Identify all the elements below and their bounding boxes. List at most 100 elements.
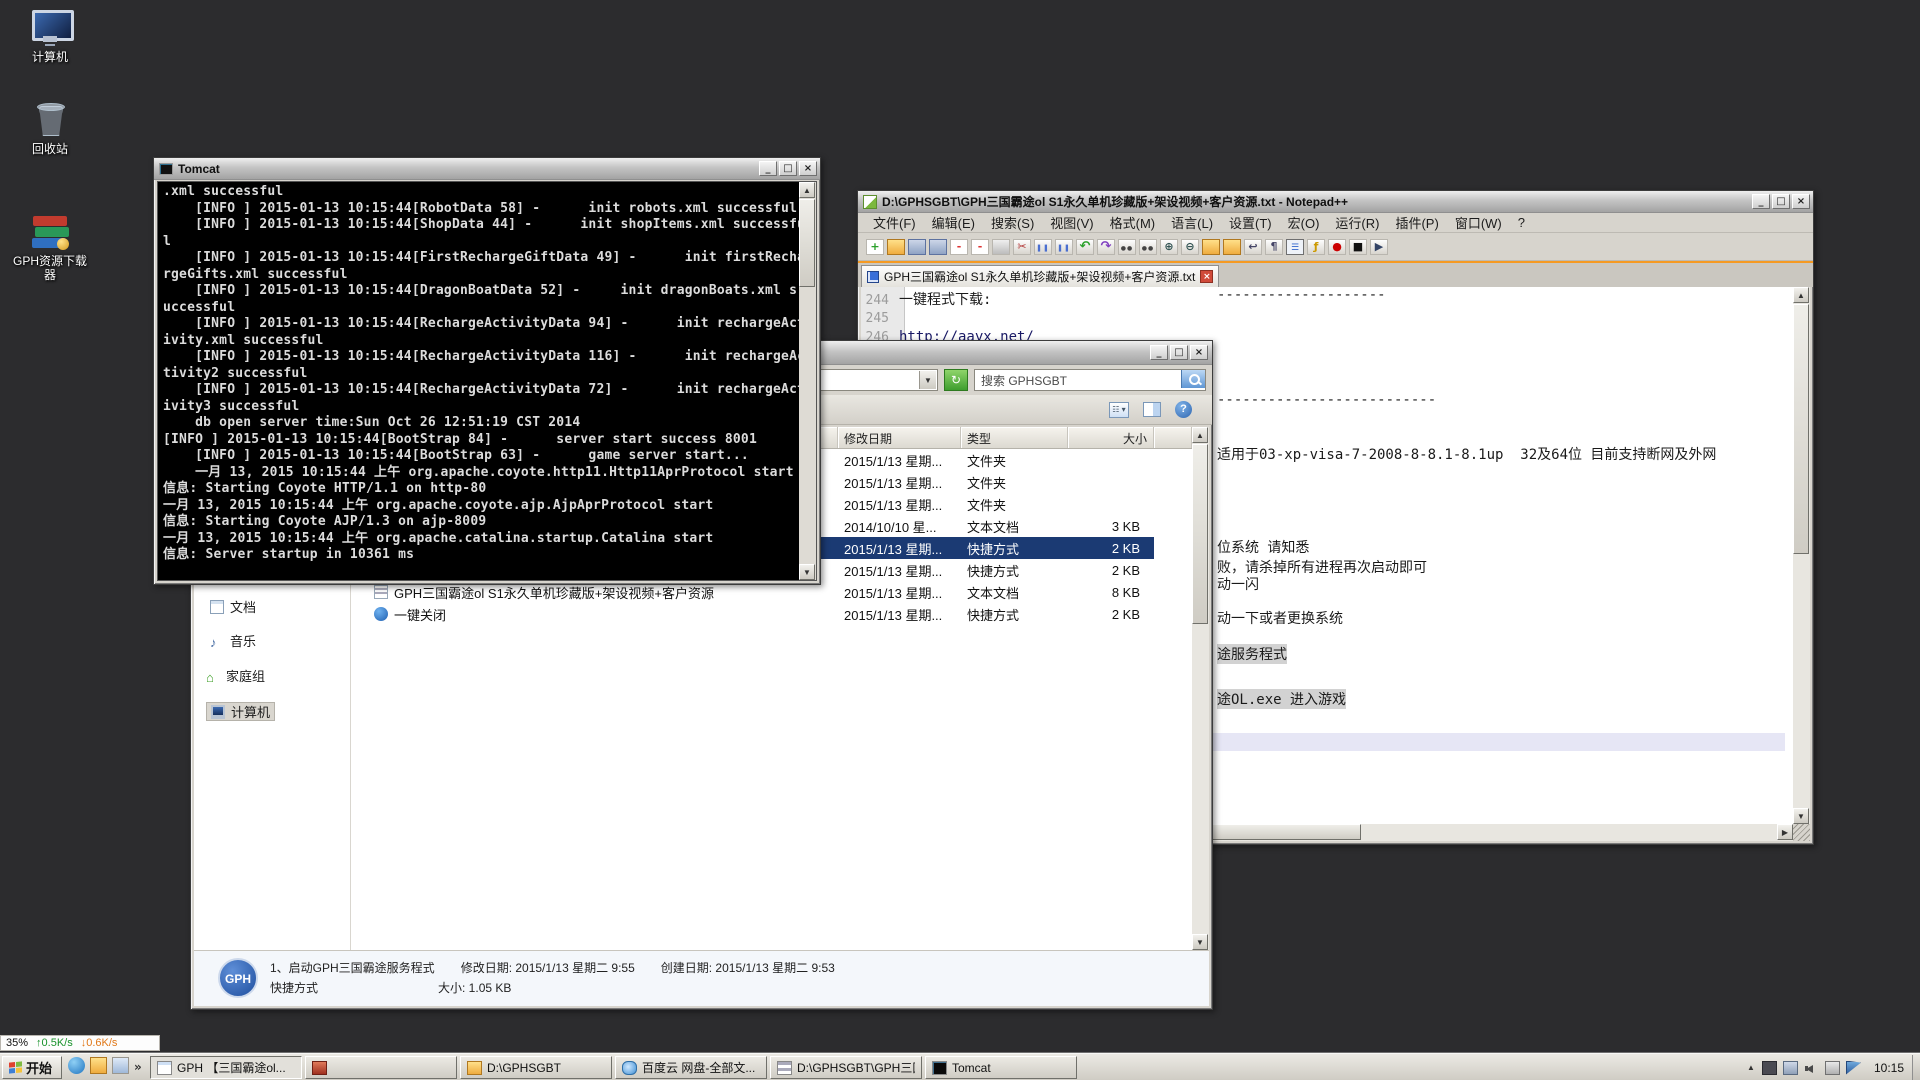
toolbar-icon[interactable]: [1328, 239, 1346, 255]
desktop-icon-gph-downloader[interactable]: GPH资源下载器: [8, 212, 92, 282]
preview-pane-icon[interactable]: [1143, 402, 1161, 417]
start-button[interactable]: 开始: [2, 1056, 62, 1079]
notepad-toolbar: [858, 233, 1813, 261]
minimize-button[interactable]: _: [1752, 194, 1770, 209]
toolbar-icon[interactable]: [971, 239, 989, 255]
desktop-icon-label: 回收站: [32, 142, 68, 156]
toolbar-icon[interactable]: [1097, 239, 1115, 255]
toolbar-icon[interactable]: [1202, 239, 1220, 255]
close-button[interactable]: ×: [1792, 194, 1810, 209]
console-output: .xml successful [INFO ] 2015-01-13 10:15…: [157, 181, 817, 581]
column-header-date[interactable]: 修改日期: [838, 427, 961, 448]
toolbar-icon[interactable]: [1139, 239, 1157, 255]
help-icon[interactable]: ?: [1175, 401, 1192, 418]
views-icon[interactable]: ☷ ▾: [1109, 402, 1129, 418]
menu-item[interactable]: 视图(V): [1043, 212, 1100, 233]
taskbar-button[interactable]: [305, 1056, 457, 1079]
nav-item[interactable]: 计算机: [206, 702, 275, 721]
toolbar-icon[interactable]: [1349, 239, 1367, 255]
tray-icon[interactable]: [1762, 1061, 1777, 1075]
hidden-icons-chevron[interactable]: ▲: [1747, 1063, 1755, 1072]
tray-icon[interactable]: [1804, 1061, 1819, 1075]
menu-item[interactable]: 插件(P): [1388, 212, 1445, 233]
menu-item[interactable]: 设置(T): [1222, 212, 1279, 233]
toolbar-icon[interactable]: [1118, 239, 1136, 255]
minimize-button[interactable]: _: [1150, 345, 1168, 360]
column-header-type[interactable]: 类型: [961, 427, 1068, 448]
toolbar-icon[interactable]: [1034, 239, 1052, 255]
taskbar-button[interactable]: D:\GPHSGBT\GPH三国...: [770, 1056, 922, 1079]
maximize-button[interactable]: □: [1170, 345, 1188, 360]
quick-launch-overflow-icon[interactable]: »: [134, 1060, 142, 1074]
search-input[interactable]: [974, 369, 1206, 391]
nav-item[interactable]: 家庭组: [202, 666, 269, 685]
toolbar-icon[interactable]: [992, 239, 1010, 255]
nav-item[interactable]: 音乐: [206, 631, 260, 650]
maximize-button[interactable]: □: [779, 161, 797, 176]
refresh-button[interactable]: ↻: [944, 369, 968, 391]
taskbar-button[interactable]: Tomcat: [925, 1056, 1077, 1079]
toolbar-icon[interactable]: [1244, 239, 1262, 255]
menu-item[interactable]: 搜索(S): [984, 212, 1041, 233]
toolbar-icon[interactable]: [1013, 239, 1031, 255]
taskbar-button[interactable]: 百度云 网盘-全部文...: [615, 1056, 767, 1079]
toolbar-icon[interactable]: [1370, 239, 1388, 255]
toolbar-icon[interactable]: [1286, 239, 1304, 255]
menu-item[interactable]: 格式(M): [1103, 212, 1163, 233]
menu-item[interactable]: 文件(F): [866, 212, 923, 233]
taskbar-button[interactable]: D:\GPHSGBT: [460, 1056, 612, 1079]
console-scrollbar[interactable]: ▲ ▼: [799, 182, 816, 580]
toolbar-icon[interactable]: [908, 239, 926, 255]
search-box[interactable]: [974, 369, 1206, 391]
quick-launch-icon[interactable]: [68, 1057, 85, 1074]
toolbar-icon[interactable]: [1223, 239, 1241, 255]
tray-icon[interactable]: [1846, 1061, 1861, 1075]
chevron-down-icon[interactable]: ▼: [919, 371, 936, 389]
tomcat-titlebar[interactable]: Tomcat _ □ ×: [154, 158, 820, 180]
document-tab[interactable]: GPH三国霸途ol S1永久单机珍藏版+架设视频+客户资源.txt ×: [861, 265, 1219, 287]
column-header-size[interactable]: 大小: [1068, 427, 1154, 448]
toolbar-icon[interactable]: [1265, 239, 1283, 255]
nav-item[interactable]: 文档: [206, 597, 260, 616]
desktop-icon-recycle-bin[interactable]: 回收站: [8, 100, 92, 156]
menu-item[interactable]: 编辑(E): [925, 212, 982, 233]
toolbar-icon[interactable]: [1160, 239, 1178, 255]
toolbar-icon[interactable]: [950, 239, 968, 255]
toolbar-icon[interactable]: [866, 239, 884, 255]
taskbar-button[interactable]: GPH 【三国霸途ol...: [150, 1056, 302, 1079]
notepad-vertical-scrollbar[interactable]: ▲ ▼: [1793, 287, 1810, 824]
close-button[interactable]: ×: [799, 161, 817, 176]
gph-downloader-icon: [29, 212, 71, 250]
cpu-usage: 35%: [6, 1037, 28, 1049]
clock[interactable]: 10:15: [1868, 1061, 1910, 1075]
file-row[interactable]: 一键关闭 2015/1/13 星期... 快捷方式 2 KB: [354, 603, 1154, 625]
menu-item[interactable]: 窗口(W): [1448, 212, 1509, 233]
toolbar-icon[interactable]: [887, 239, 905, 255]
file-type: 快捷方式: [961, 561, 1068, 580]
tray-icon[interactable]: [1783, 1061, 1798, 1075]
menu-item[interactable]: 语言(L): [1164, 212, 1220, 233]
menu-item[interactable]: 宏(O): [1281, 212, 1327, 233]
notepad-titlebar[interactable]: D:\GPHSGBT\GPH三国霸途ol S1永久单机珍藏版+架设视频+客户资源…: [858, 191, 1813, 213]
search-icon[interactable]: [1181, 370, 1205, 388]
taskbar-button-icon: [932, 1061, 947, 1075]
quick-launch-icon[interactable]: [112, 1057, 129, 1074]
toolbar-icon[interactable]: [1076, 239, 1094, 255]
maximize-button[interactable]: □: [1772, 194, 1790, 209]
show-desktop-button[interactable]: [1912, 1055, 1920, 1080]
minimize-button[interactable]: _: [759, 161, 777, 176]
tray-icon[interactable]: [1825, 1061, 1840, 1075]
desktop-icon-computer[interactable]: 计算机: [8, 8, 92, 64]
tab-close-icon[interactable]: ×: [1200, 270, 1213, 283]
menu-item[interactable]: ?: [1511, 214, 1532, 231]
toolbar-icon[interactable]: [1055, 239, 1073, 255]
quick-launch-icon[interactable]: [90, 1057, 107, 1074]
file-list-scrollbar[interactable]: ▲ ▼: [1192, 427, 1209, 950]
file-date: 2015/1/13 星期...: [838, 605, 961, 624]
resize-grip[interactable]: [1793, 824, 1810, 841]
toolbar-icon[interactable]: [1181, 239, 1199, 255]
toolbar-icon[interactable]: [929, 239, 947, 255]
close-button[interactable]: ×: [1190, 345, 1208, 360]
toolbar-icon[interactable]: [1307, 239, 1325, 255]
menu-item[interactable]: 运行(R): [1328, 212, 1386, 233]
